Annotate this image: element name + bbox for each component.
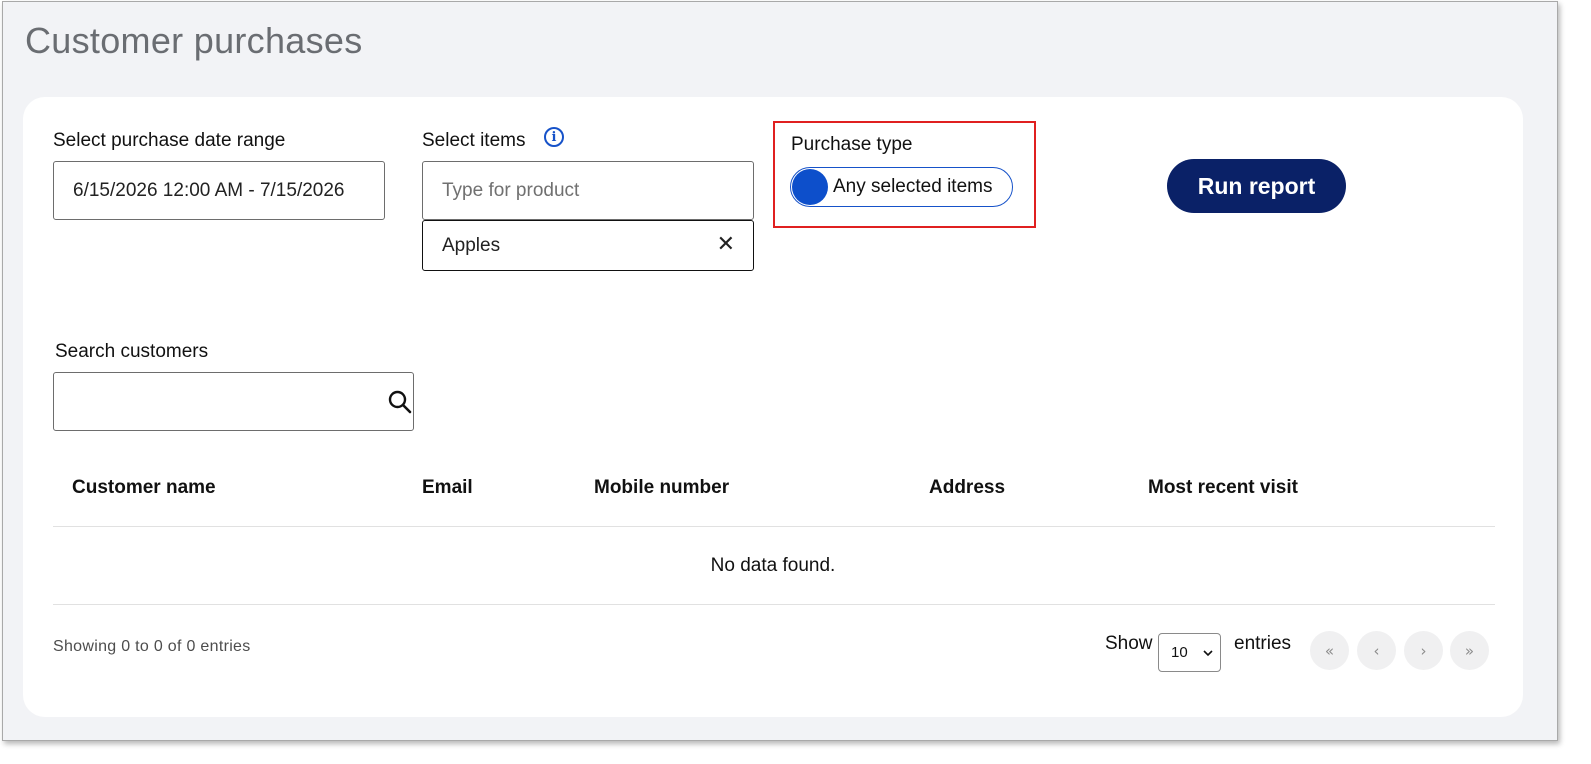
app-window: Customer purchases Select purchase date … xyxy=(2,1,1558,741)
purchase-type-label: Purchase type xyxy=(791,134,913,155)
page-title: Customer purchases xyxy=(25,20,363,61)
chevron-down-icon xyxy=(1203,650,1213,657)
first-page-button[interactable]: « xyxy=(1310,631,1349,670)
close-icon[interactable]: ✕ xyxy=(717,233,735,255)
column-header-email[interactable]: Email xyxy=(422,477,473,499)
page-length-value: 10 xyxy=(1171,644,1188,661)
last-page-button[interactable]: » xyxy=(1450,631,1489,670)
report-card: Select purchase date range 6/15/2026 12:… xyxy=(23,97,1523,717)
entries-label: entries xyxy=(1234,633,1292,654)
table-bottom-divider xyxy=(53,604,1495,605)
column-header-customer-name[interactable]: Customer name xyxy=(72,477,216,499)
column-header-mobile-number[interactable]: Mobile number xyxy=(594,477,729,499)
run-report-button[interactable]: Run report xyxy=(1167,159,1346,213)
entries-info: Showing 0 to 0 of 0 entries xyxy=(53,638,251,655)
toggle-label: Any selected items xyxy=(833,176,993,197)
column-header-address[interactable]: Address xyxy=(929,477,1005,499)
product-search-input[interactable] xyxy=(422,161,754,220)
customer-search-input[interactable] xyxy=(53,372,414,431)
page-length-select[interactable]: 10 xyxy=(1158,633,1221,672)
previous-page-button[interactable]: ‹ xyxy=(1357,631,1396,670)
select-items-label: Select items xyxy=(422,130,526,151)
date-range-field[interactable]: 6/15/2026 12:00 AM - 7/15/2026 xyxy=(53,161,385,220)
info-icon[interactable]: i xyxy=(544,127,564,147)
selected-item-label: Apples xyxy=(442,234,501,256)
search-icon[interactable] xyxy=(387,389,413,415)
empty-table-message: No data found. xyxy=(710,555,836,576)
table-header-divider xyxy=(53,526,1495,527)
show-label: Show xyxy=(1105,633,1153,654)
column-header-most-recent-visit[interactable]: Most recent visit xyxy=(1148,477,1298,499)
next-page-button[interactable]: › xyxy=(1404,631,1443,670)
selected-item-chip: Apples ✕ xyxy=(422,220,754,271)
search-customers-label: Search customers xyxy=(55,341,209,362)
purchase-type-toggle[interactable]: Any selected items xyxy=(790,167,1013,207)
date-range-label: Select purchase date range xyxy=(53,130,286,151)
toggle-knob xyxy=(792,169,828,205)
